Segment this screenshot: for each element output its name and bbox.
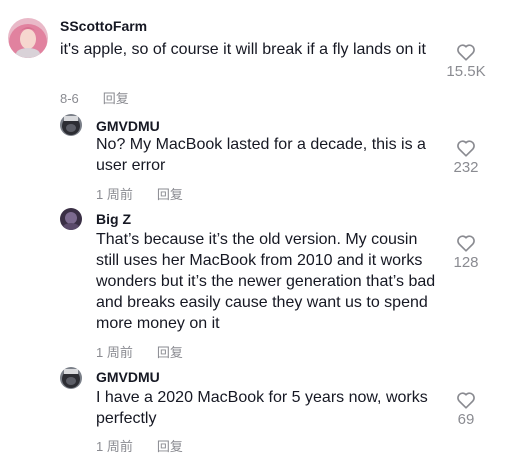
comment-meta: 1 周前 回复 — [96, 184, 183, 203]
comment-date: 8-6 — [60, 91, 79, 106]
heart-icon[interactable] — [456, 139, 476, 157]
comment-username[interactable]: SScottoFarm — [60, 18, 147, 34]
comment-username[interactable]: GMVDMU — [96, 118, 160, 134]
reply-item: Big Z That’s because it’s the old versio… — [0, 204, 506, 364]
comment-meta: 1 周前 回复 — [96, 436, 183, 455]
reply-button[interactable]: 回复 — [157, 439, 183, 454]
pink-hair-avatar-icon[interactable] — [8, 18, 48, 58]
like-count: 15.5K — [446, 63, 486, 80]
gorilla-avatar-icon[interactable] — [60, 367, 82, 389]
reply-button[interactable]: 回复 — [157, 187, 183, 202]
dark-purple-avatar-icon[interactable] — [60, 208, 82, 230]
reply-button[interactable]: 回复 — [103, 91, 129, 106]
heart-icon[interactable] — [456, 234, 476, 252]
comment-text: No? My MacBook lasted for a decade, this… — [96, 136, 426, 174]
comment-meta: 8-6 回复 — [60, 88, 129, 107]
comment-text: That’s because it’s the old version. My … — [96, 231, 436, 332]
heart-icon[interactable] — [456, 43, 476, 61]
comment-meta: 1 周前 回复 — [96, 342, 183, 361]
heart-icon[interactable] — [456, 391, 476, 409]
reply-button[interactable]: 回复 — [157, 345, 183, 360]
gorilla-avatar-icon[interactable] — [60, 114, 82, 136]
like-button[interactable]: 69 — [446, 391, 486, 428]
like-count: 69 — [457, 411, 475, 428]
like-count: 128 — [453, 254, 479, 271]
comment-date: 1 周前 — [96, 439, 133, 454]
reply-item: GMVDMU No? My MacBook lasted for a decad… — [0, 112, 506, 204]
comment-date: 1 周前 — [96, 345, 133, 360]
comment-item: SScottoFarm it's apple, so of course it … — [0, 0, 506, 112]
like-button[interactable]: 232 — [446, 139, 486, 176]
comment-text: I have a 2020 MacBook for 5 years now, w… — [96, 389, 428, 427]
comment-username[interactable]: Big Z — [96, 211, 131, 227]
like-button[interactable]: 15.5K — [446, 43, 486, 80]
like-count: 232 — [453, 159, 479, 176]
comment-username[interactable]: GMVDMU — [96, 369, 160, 385]
comment-date: 1 周前 — [96, 187, 133, 202]
reply-item: GMVDMU I have a 2020 MacBook for 5 years… — [0, 364, 506, 456]
comment-text: it's apple, so of course it will break i… — [60, 41, 426, 58]
like-button[interactable]: 128 — [446, 234, 486, 271]
